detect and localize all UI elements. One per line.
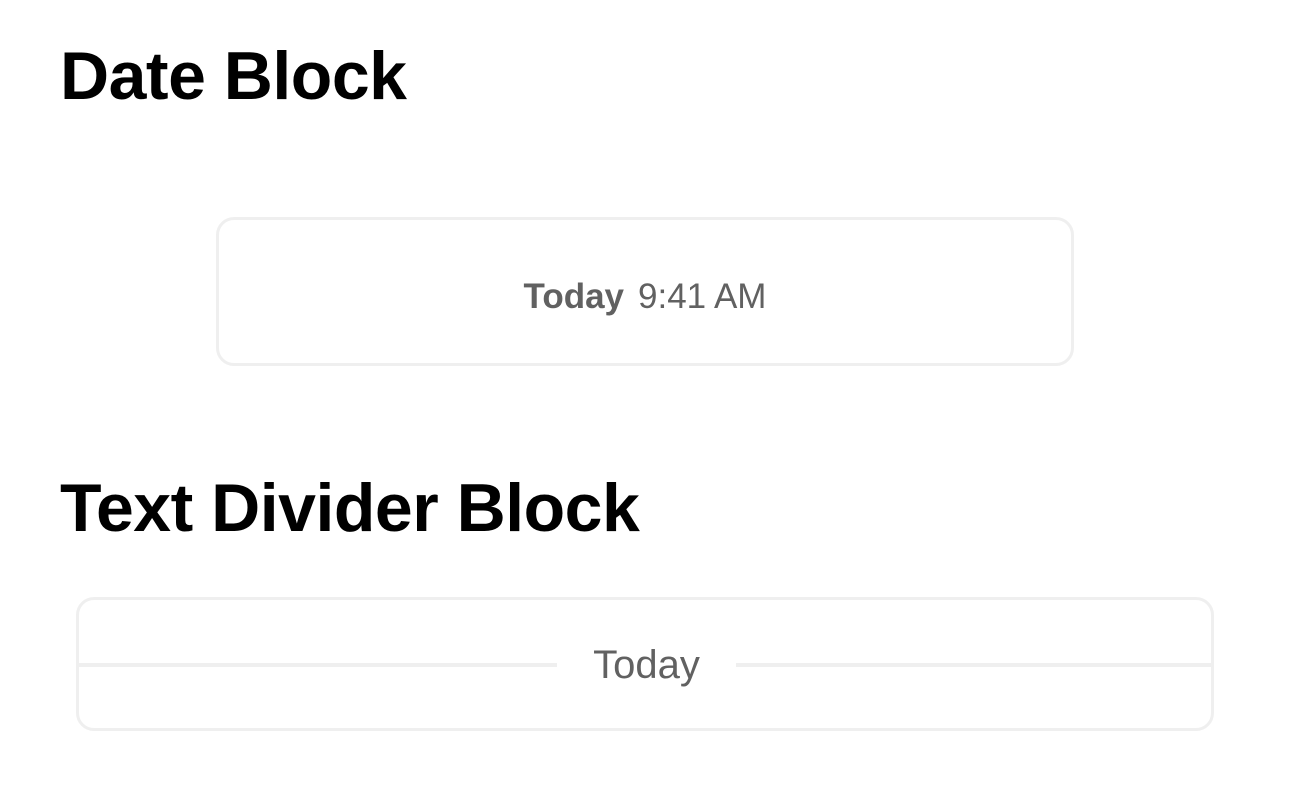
date-row: Today 9:41 AM (524, 277, 767, 317)
text-divider-block-card: Today (76, 597, 1214, 731)
page: Date Block Today 9:41 AM Text Divider Bl… (0, 0, 1290, 799)
date-block-card: Today 9:41 AM (216, 217, 1074, 366)
divider-label: Today (593, 643, 700, 687)
divider-line-left (79, 663, 557, 667)
date-day-label: Today (523, 276, 625, 316)
date-time-label: 9:41 AM (638, 276, 767, 316)
text-divider-block-title: Text Divider Block (60, 470, 640, 546)
divider-line-right (736, 663, 1211, 667)
date-block-title: Date Block (60, 38, 407, 114)
